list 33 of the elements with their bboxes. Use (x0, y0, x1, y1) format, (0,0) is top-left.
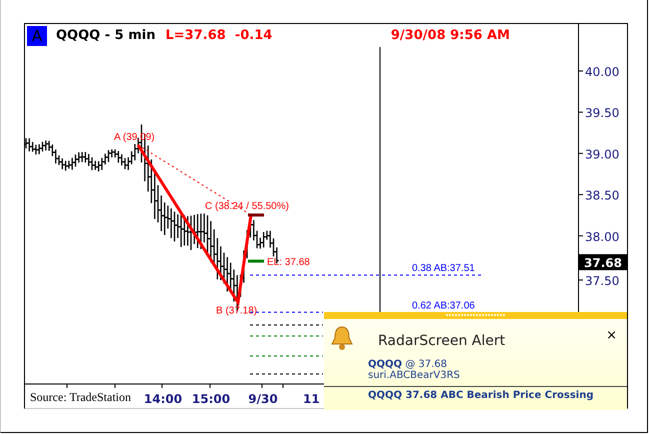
level-label: 0.38 AB:37.51 (412, 263, 475, 274)
time-tick (66, 384, 68, 388)
c-level-marker (248, 214, 264, 217)
alert-title: RadarScreen Alert (378, 333, 506, 349)
time-tick (282, 384, 284, 388)
price-axis-label: 39.50 (585, 106, 620, 120)
current-price-tag: 37.68 (579, 254, 627, 270)
price-axis-label: 37.50 (585, 274, 620, 288)
level-label: 0.62 AB:37.06 (412, 300, 475, 312)
time-axis-label: 14:00 (144, 392, 182, 406)
alert-symbol-price: QQQQ @ 37.68 (368, 359, 448, 370)
price-axis-label: 40.00 (585, 65, 620, 79)
alert-message: QQQQ 37.68 ABC Bearish Price Crossing (324, 386, 627, 401)
price-axis-label: 39.00 (585, 147, 620, 162)
chart-symbol: QQQQ - 5 min (56, 28, 156, 43)
bell-icon (330, 325, 354, 351)
time-axis-label: 15:00 (192, 392, 230, 406)
last-price: L=37.68 -0.14 (165, 28, 274, 43)
pattern-point-label: C (38.24 / 55.50%) (205, 201, 289, 212)
symbol-badge: A (27, 26, 47, 46)
entry-level-marker (248, 260, 264, 263)
chart-datetime: 9/30/08 9:56 AM (390, 28, 510, 43)
close-button[interactable]: × (604, 329, 619, 342)
source-label: Source: TradeStation (30, 390, 131, 404)
grip-icon (446, 314, 506, 317)
price-axis-label: 38.00 (585, 230, 620, 244)
time-axis-label: 11 (303, 392, 320, 406)
price-axis-label: 38.50 (585, 188, 620, 203)
pattern-point-label: B (37.18) (216, 305, 258, 316)
entry-label: EL: 37.68 (267, 257, 310, 268)
time-tick (114, 384, 116, 388)
alert-strategy: suri.ABCBearV3RS (368, 370, 461, 381)
time-axis-label: 9/30 (248, 392, 278, 406)
